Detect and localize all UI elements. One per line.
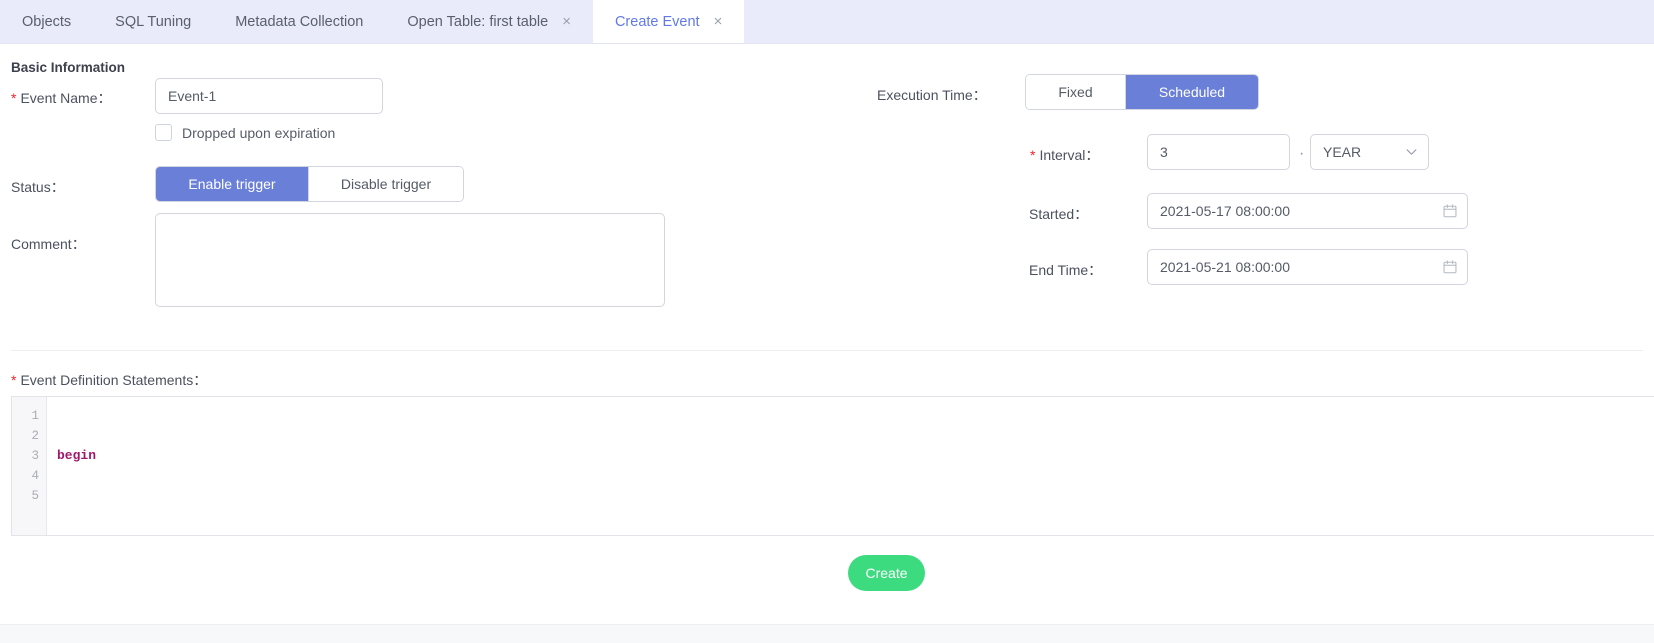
bottom-strip: [0, 625, 1654, 643]
comment-label: Comment：: [11, 236, 86, 252]
close-icon[interactable]: ×: [714, 14, 723, 29]
status-disable-trigger-button[interactable]: Disable trigger: [309, 167, 463, 201]
tab-label: Objects: [22, 13, 72, 30]
event-definition-statements-label: * Event Definition Statements：: [11, 372, 208, 388]
status-label: Status：: [11, 179, 65, 195]
event-name-input[interactable]: [155, 78, 383, 114]
tab-label: Metadata Collection: [235, 13, 364, 30]
tab-sql-tuning[interactable]: SQL Tuning: [93, 0, 213, 43]
execution-time-scheduled-button[interactable]: Scheduled: [1126, 75, 1258, 109]
dropped-upon-expiration-label: Dropped upon expiration: [182, 124, 336, 141]
tab-label: Create Event: [614, 13, 700, 30]
execution-time-fixed-button[interactable]: Fixed: [1026, 75, 1126, 109]
line-number: 5: [31, 489, 39, 503]
required-asterisk: *: [11, 372, 17, 388]
tab-objects[interactable]: Objects: [0, 0, 93, 43]
line-number: 3: [31, 449, 39, 463]
status-enable-trigger-button[interactable]: Enable trigger: [156, 167, 309, 201]
code-line: begin: [57, 448, 97, 463]
tab-label: SQL Tuning: [115, 13, 192, 30]
started-date-wrapper[interactable]: [1147, 193, 1468, 229]
execution-time-toggle-group: Fixed Scheduled: [1025, 74, 1259, 110]
event-name-label: * Event Name：: [11, 90, 112, 106]
event-definition-code-editor[interactable]: 1 2 3 4 5 begin /**event body**/ end: [11, 396, 1654, 536]
close-icon[interactable]: ×: [562, 14, 571, 29]
comment-textarea[interactable]: [155, 213, 665, 307]
started-label: Started：: [1029, 206, 1089, 222]
editor-line-number-gutter: 1 2 3 4 5: [12, 397, 47, 535]
execution-time-label: Execution Time：: [877, 87, 987, 103]
line-number: 1: [31, 409, 39, 423]
status-toggle-group: Enable trigger Disable trigger: [155, 166, 464, 202]
tab-bar: Objects SQL Tuning Metadata Collection O…: [0, 0, 1654, 44]
create-button[interactable]: Create: [848, 555, 925, 591]
line-number: 4: [31, 469, 39, 483]
started-date-input[interactable]: [1147, 193, 1468, 229]
required-asterisk: *: [1030, 147, 1036, 163]
tab-create-event[interactable]: Create Event ×: [592, 0, 745, 43]
end-time-label: End Time：: [1029, 262, 1103, 278]
end-time-date-wrapper[interactable]: [1147, 249, 1468, 285]
tab-open-table-first-table[interactable]: Open Table: first table ×: [385, 0, 593, 43]
interval-separator: ·: [1299, 145, 1305, 162]
tab-label: Open Table: first table: [407, 13, 549, 30]
tab-metadata-collection[interactable]: Metadata Collection: [213, 0, 385, 43]
section-title-basic-information: Basic Information: [11, 60, 126, 75]
interval-unit-select-wrapper[interactable]: [1310, 134, 1429, 170]
line-number: 2: [31, 429, 39, 443]
interval-unit-select[interactable]: [1310, 134, 1429, 170]
editor-code-area[interactable]: begin /**event body**/ end: [47, 397, 1654, 535]
end-time-date-input[interactable]: [1147, 249, 1468, 285]
interval-label: * Interval：: [1030, 147, 1100, 163]
section-divider: [11, 350, 1643, 351]
required-asterisk: *: [11, 90, 17, 106]
interval-value-input[interactable]: [1147, 134, 1290, 170]
dropped-upon-expiration-row[interactable]: Dropped upon expiration: [155, 124, 335, 141]
dropped-upon-expiration-checkbox[interactable]: [155, 124, 172, 141]
create-event-form: Basic Information *Event Name： Dropped u…: [0, 44, 1654, 643]
